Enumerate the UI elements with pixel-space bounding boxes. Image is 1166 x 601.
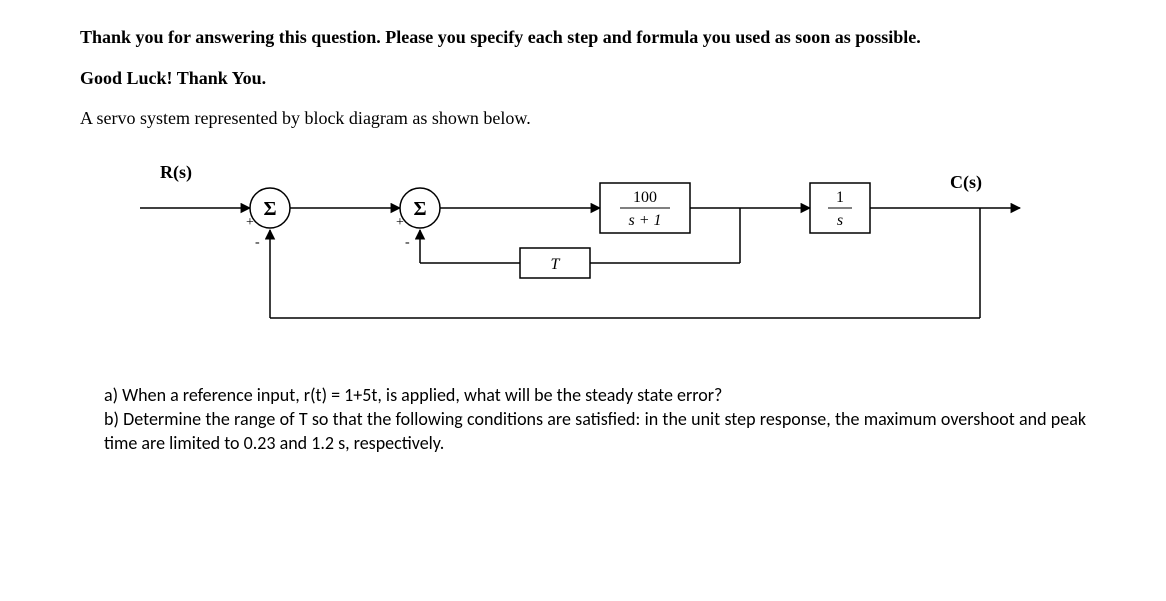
sum1-label: Σ <box>263 198 276 220</box>
input-label: R(s) <box>160 162 192 183</box>
block-g2-num: 1 <box>836 189 844 206</box>
block-g1-num: 100 <box>633 189 657 206</box>
block-g1-den: s + 1 <box>628 212 661 229</box>
block-diagram: R(s) Σ + - Σ + - 100 s + 1 1 s C(s) T <box>120 148 1086 353</box>
sum2-label: Σ <box>413 198 426 220</box>
intro-line1: Thank you for answering this question. P… <box>80 26 1086 49</box>
sum1-minus: - <box>255 235 260 250</box>
sum2-plus: + <box>396 215 404 230</box>
intro-line2: Good Luck! Thank You. <box>80 67 1086 90</box>
question-b: b) Determine the range of T so that the … <box>104 407 1086 456</box>
sum1-plus: + <box>246 215 254 230</box>
intro-line3: A servo system represented by block diag… <box>80 107 1086 130</box>
output-label: C(s) <box>950 172 982 193</box>
block-t-label: T <box>551 256 561 273</box>
sum2-minus: - <box>405 235 410 250</box>
question-a: a) When a reference input, r(t) = 1+5t, … <box>104 383 1086 407</box>
block-g2-den: s <box>837 212 843 229</box>
